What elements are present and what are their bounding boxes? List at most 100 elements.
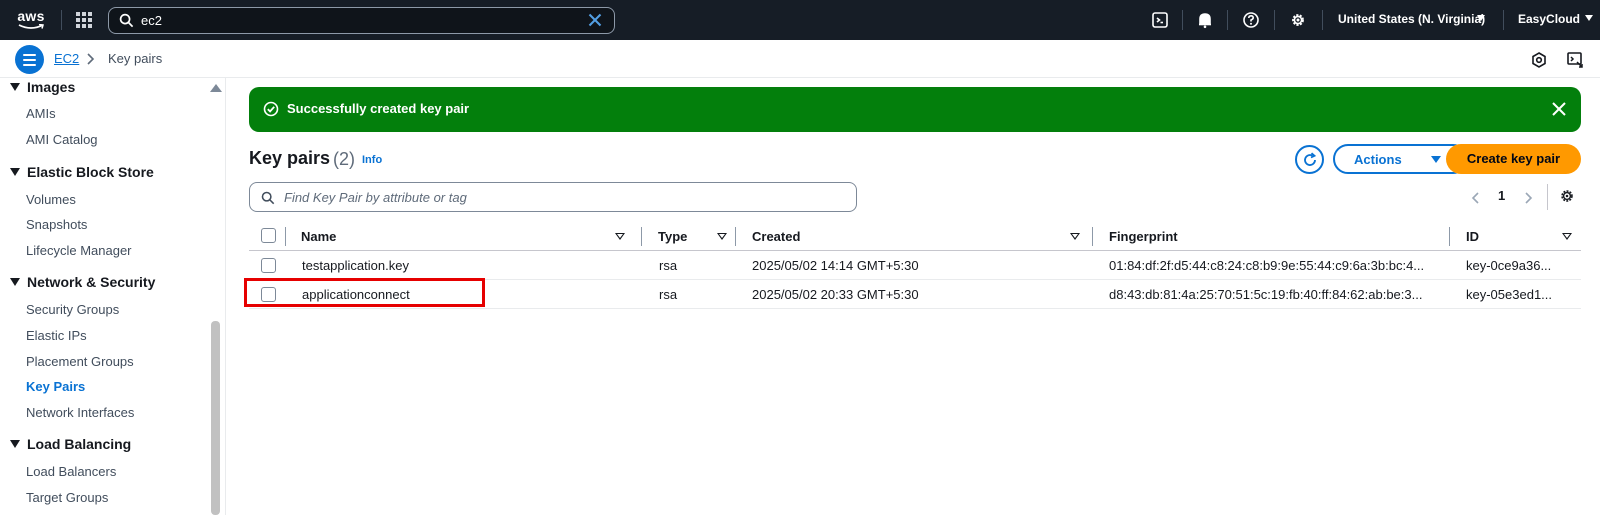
region-caret-icon (1477, 15, 1485, 21)
account-caret-icon (1585, 15, 1593, 21)
success-check-icon (263, 101, 279, 117)
scroll-up-arrow-icon[interactable] (210, 84, 222, 92)
sidebar-section-load-balancing[interactable]: Load Balancing (10, 436, 131, 452)
side-navigation: Images AMIs AMI Catalog Elastic Block St… (0, 78, 226, 515)
global-search[interactable] (108, 7, 615, 34)
sidebar-item-volumes[interactable]: Volumes (26, 192, 76, 207)
top-navigation: aws United States (N. Virginia) EasyClou… (0, 0, 1600, 40)
preferences-gear-icon[interactable] (1558, 187, 1576, 205)
sidebar-item-target-groups[interactable]: Target Groups (26, 490, 108, 505)
table-header: Name Type Created Fingerprint ID (249, 224, 1581, 251)
caret-down-icon (10, 440, 20, 448)
caret-down-icon (1431, 156, 1441, 163)
sidebar-item-security-groups[interactable]: Security Groups (26, 302, 119, 317)
feedback-icon[interactable] (1530, 51, 1548, 69)
cell-id: key-05e3ed1... (1466, 287, 1553, 302)
next-page-icon[interactable] (1524, 191, 1534, 205)
cell-fingerprint: 01:84:df:2f:d5:44:c8:24:c8:b9:9e:55:44:c… (1109, 258, 1425, 273)
previous-page-icon[interactable] (1470, 191, 1480, 205)
column-header-created[interactable]: Created (752, 229, 800, 244)
item-count: (2) (333, 149, 355, 169)
column-divider (285, 227, 286, 246)
sidebar-item-amis[interactable]: AMIs (26, 106, 56, 121)
row-checkbox[interactable] (261, 287, 276, 302)
sidebar-item-placement-groups[interactable]: Placement Groups (26, 354, 134, 369)
nav-divider (1503, 10, 1504, 30)
nav-divider (1274, 10, 1275, 30)
nav-divider (1322, 10, 1323, 30)
search-icon (261, 191, 275, 205)
cell-name: applicationconnect (302, 287, 410, 302)
nav-divider (1227, 10, 1228, 30)
success-flashbar: Successfully created key pair (249, 87, 1581, 132)
gear-icon[interactable] (1288, 10, 1308, 30)
account-menu[interactable]: EasyCloud (1518, 12, 1580, 26)
cloudshell-icon[interactable] (1150, 10, 1170, 30)
pager-divider (1547, 184, 1548, 210)
bell-icon[interactable] (1195, 10, 1215, 30)
breadcrumb-current: Key pairs (108, 51, 163, 66)
key-pair-filter-input[interactable]: Find Key Pair by attribute or tag (249, 182, 857, 212)
caret-down-icon (10, 168, 20, 176)
column-divider[interactable] (641, 227, 642, 246)
column-divider[interactable] (1092, 227, 1093, 246)
page-number[interactable]: 1 (1498, 188, 1505, 203)
column-divider[interactable] (1449, 227, 1450, 246)
column-header-type[interactable]: Type (658, 229, 687, 244)
cell-created: 2025/05/02 14:14 GMT+5:30 (752, 258, 919, 273)
region-selector[interactable]: United States (N. Virginia) (1338, 12, 1485, 26)
cell-type: rsa (659, 287, 678, 302)
apps-grid-icon[interactable] (76, 12, 92, 28)
nav-divider (1182, 10, 1183, 30)
select-all-checkbox[interactable] (261, 228, 276, 243)
flash-message: Successfully created key pair (287, 101, 470, 116)
column-header-name[interactable]: Name (301, 229, 336, 244)
sidebar-item-elastic-ips[interactable]: Elastic IPs (26, 328, 87, 343)
caret-down-icon (10, 278, 20, 286)
chevron-right-icon (87, 53, 95, 65)
create-key-pair-button[interactable]: Create key pair (1446, 144, 1581, 174)
sidebar-scrollbar[interactable] (211, 321, 220, 515)
refresh-icon (1304, 152, 1317, 166)
filter-placeholder: Find Key Pair by attribute or tag (284, 190, 467, 205)
caret-down-icon (10, 83, 20, 91)
breadcrumb-bar: EC2 Key pairs (0, 40, 1600, 78)
sidebar-section-network-security[interactable]: Network & Security (10, 274, 155, 290)
cell-fingerprint: d8:43:db:81:4a:25:70:51:5c:19:fb:40:ff:8… (1109, 287, 1423, 302)
search-input[interactable] (141, 11, 561, 30)
cell-created: 2025/05/02 20:33 GMT+5:30 (752, 287, 919, 302)
sort-icon[interactable] (717, 233, 727, 240)
sidebar-section-ebs[interactable]: Elastic Block Store (10, 164, 154, 180)
column-divider[interactable] (735, 227, 736, 246)
sort-icon[interactable] (615, 233, 625, 240)
help-panel-icon[interactable] (1566, 51, 1584, 69)
refresh-button[interactable] (1295, 145, 1324, 174)
cell-id: key-0ce9a36... (1466, 258, 1552, 273)
sidebar-item-network-interfaces[interactable]: Network Interfaces (26, 405, 134, 420)
sort-icon[interactable] (1070, 233, 1080, 240)
sort-icon[interactable] (1562, 233, 1572, 240)
sidebar-item-snapshots[interactable]: Snapshots (26, 217, 87, 232)
close-icon[interactable] (1551, 101, 1567, 117)
sidebar-item-key-pairs[interactable]: Key Pairs (26, 379, 85, 394)
sidebar-section-images[interactable]: Images (10, 79, 75, 95)
nav-divider (61, 10, 62, 30)
clear-search-icon[interactable] (588, 13, 602, 27)
breadcrumb-ec2-link[interactable]: EC2 (54, 51, 79, 66)
sidebar-item-lifecycle-manager[interactable]: Lifecycle Manager (26, 243, 132, 258)
info-link[interactable]: Info (362, 154, 382, 166)
row-checkbox[interactable] (261, 258, 276, 273)
aws-logo[interactable]: aws (14, 9, 48, 33)
search-icon (119, 13, 134, 28)
help-icon[interactable] (1241, 10, 1261, 30)
column-header-id[interactable]: ID (1466, 229, 1479, 244)
table-row[interactable]: testapplication.key rsa 2025/05/02 14:14… (249, 251, 1581, 280)
side-nav-toggle-button[interactable] (15, 45, 44, 74)
sidebar-item-ami-catalog[interactable]: AMI Catalog (26, 132, 98, 147)
cell-type: rsa (659, 258, 678, 273)
table-row[interactable]: applicationconnect rsa 2025/05/02 20:33 … (249, 280, 1581, 309)
cell-name: testapplication.key (302, 258, 409, 273)
page-title: Key pairs (249, 148, 331, 168)
column-header-fingerprint[interactable]: Fingerprint (1109, 229, 1178, 244)
sidebar-item-load-balancers[interactable]: Load Balancers (26, 464, 116, 479)
